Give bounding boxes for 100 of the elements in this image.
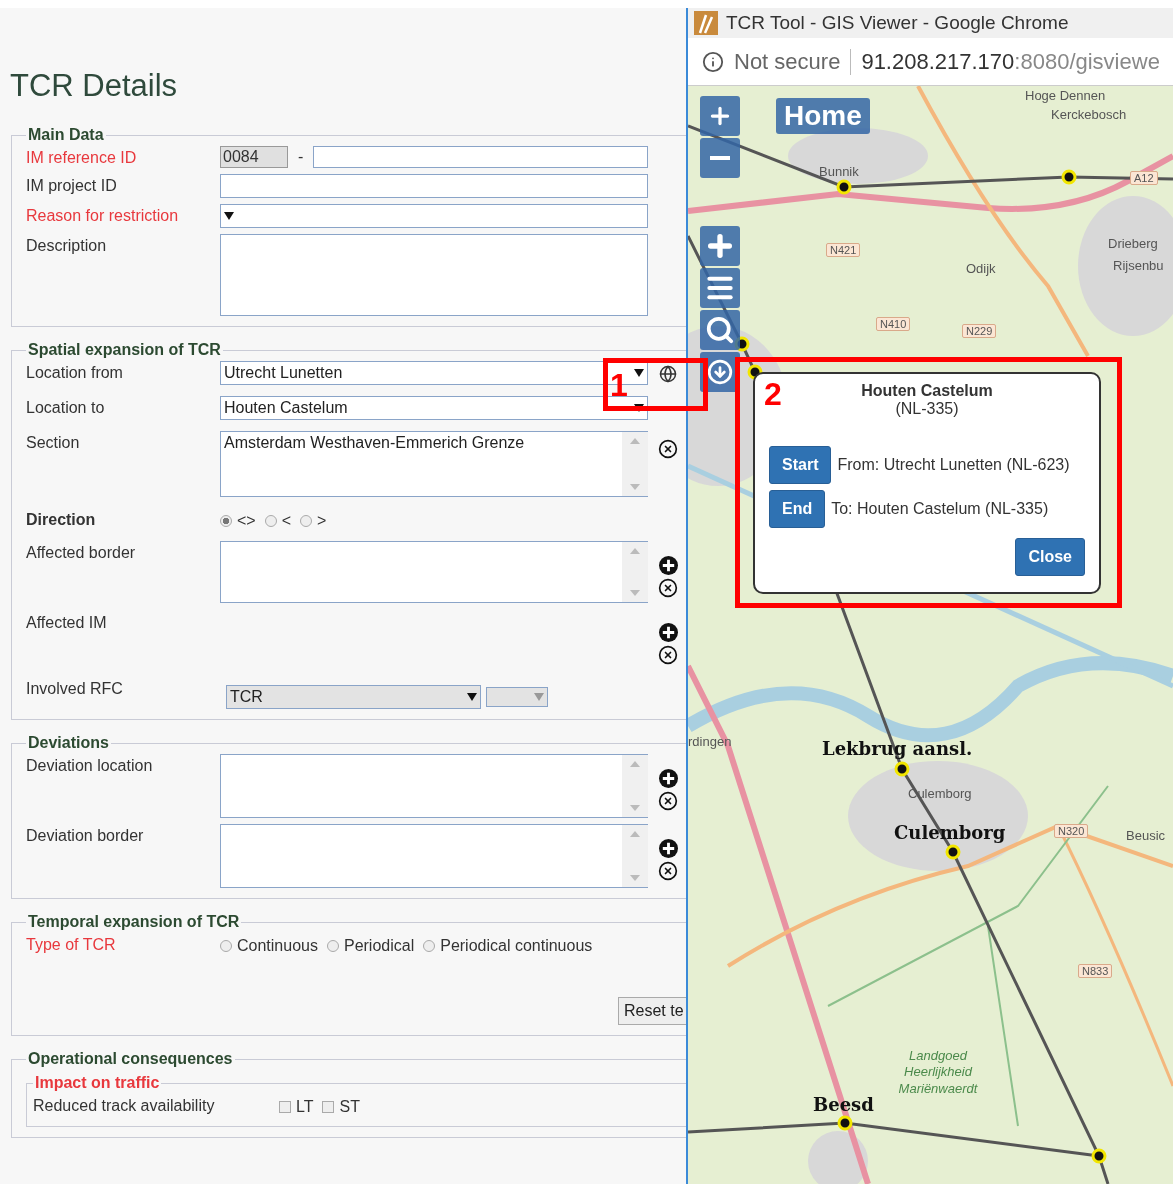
input-field[interactable] <box>220 174 648 198</box>
list-field[interactable] <box>220 541 648 603</box>
map-label: Kerckebosch <box>1051 107 1127 122</box>
map-label: N229 <box>962 324 997 338</box>
scroll-down-icon[interactable] <box>630 875 640 881</box>
field-label: Description <box>26 236 108 255</box>
map-picker-button[interactable] <box>658 364 678 384</box>
scroll-down-icon[interactable] <box>630 484 640 490</box>
reset-button[interactable]: Reset te <box>618 997 686 1025</box>
id-prefix-field[interactable]: 0084 <box>220 146 288 168</box>
map-label: N320 <box>1054 824 1089 838</box>
remove-button[interactable] <box>658 645 678 665</box>
popup-action-button[interactable]: Start <box>769 446 832 484</box>
popup-text: From: Utrecht Lunetten (NL-623) <box>837 456 1070 474</box>
add-icon <box>658 768 678 788</box>
checkbox[interactable] <box>279 1101 291 1113</box>
add-icon <box>658 555 678 575</box>
add-button[interactable] <box>658 838 678 858</box>
remove-icon <box>658 439 678 459</box>
dropdown-field[interactable]: TCR <box>226 685 481 709</box>
section-legend: Operational consequences <box>26 1050 235 1068</box>
text-area[interactable] <box>220 234 648 316</box>
scroll-down-icon[interactable] <box>630 590 640 596</box>
remove-icon <box>658 791 678 811</box>
zoom-in-button[interactable] <box>700 96 740 136</box>
scroll-up-icon[interactable] <box>630 548 640 554</box>
section-legend: Deviations <box>26 734 111 752</box>
radio-label: <> <box>237 512 256 530</box>
list-field[interactable] <box>220 754 648 818</box>
url-text: 91.208.217.170:8080/gisviewe <box>861 48 1160 75</box>
search-button[interactable] <box>700 310 740 350</box>
input-field[interactable] <box>313 146 648 168</box>
caret-icon <box>634 369 644 377</box>
field-label: Reason for restriction <box>26 206 180 225</box>
radio-button[interactable] <box>326 940 339 952</box>
section-legend: Main Data <box>26 126 106 144</box>
zoom-out-button[interactable] <box>700 138 740 178</box>
map-label: Landgoed Heerlijkheid Mariënwaerdt <box>897 1048 979 1097</box>
scroll-up-icon[interactable] <box>630 761 640 767</box>
radio-label: Periodical <box>343 937 415 955</box>
checkbox-label: LT <box>296 1098 314 1116</box>
radio-button[interactable] <box>220 940 232 952</box>
add-button[interactable] <box>658 555 678 575</box>
radio-button[interactable] <box>300 515 313 527</box>
add-button[interactable] <box>658 622 678 642</box>
dropdown-field[interactable] <box>220 204 648 228</box>
caret-icon <box>467 693 477 701</box>
map-label: Bunnik <box>819 164 859 179</box>
dropdown-field[interactable] <box>486 687 548 707</box>
checkbox[interactable] <box>322 1101 335 1113</box>
list-field[interactable]: Amsterdam Westhaven-Emmerich Grenze <box>220 431 648 497</box>
minus-icon <box>710 156 730 160</box>
remove-icon <box>658 861 678 881</box>
search-icon <box>705 315 735 345</box>
remove-button[interactable] <box>658 439 678 459</box>
add-button[interactable] <box>658 768 678 788</box>
list-field[interactable] <box>220 824 648 888</box>
field-label: Location from <box>26 363 124 382</box>
annotation-number: 2 <box>764 378 782 410</box>
field-label: Direction <box>26 510 97 529</box>
field-label: Affected IM <box>26 613 107 631</box>
menu-button[interactable] <box>700 268 740 308</box>
field-label: Deviation location <box>26 756 154 775</box>
map-label: N833 <box>1078 964 1113 978</box>
radio-button[interactable] <box>423 940 436 952</box>
map-label: Odijk <box>966 261 996 276</box>
map-label: Beusic <box>1126 828 1166 843</box>
field-label: Affected border <box>26 543 137 562</box>
scroll-up-icon[interactable] <box>630 438 640 444</box>
map-label: Beesd <box>813 1094 874 1115</box>
radio-button[interactable] <box>220 515 232 527</box>
remove-icon <box>658 645 678 665</box>
separator-text: - <box>298 148 304 166</box>
field-label: Deviation border <box>26 826 145 845</box>
popup-title: Houten Castelum <box>861 382 993 400</box>
field-label: Section <box>26 433 81 452</box>
scroll-down-icon[interactable] <box>630 805 640 811</box>
home-button[interactable]: Home <box>776 98 870 134</box>
map-label: N421 <box>826 243 861 257</box>
field-label: IM reference ID <box>26 148 138 167</box>
map-label: Drieberg <box>1108 236 1158 251</box>
remove-icon <box>658 578 678 598</box>
globe-icon <box>659 365 677 383</box>
remove-button[interactable] <box>658 791 678 811</box>
remove-button[interactable] <box>658 578 678 598</box>
popup-text: To: Houten Castelum (NL-335) <box>831 500 1049 518</box>
close-button[interactable]: Close <box>1015 538 1085 576</box>
info-icon <box>702 50 724 73</box>
add-layer-button[interactable] <box>700 226 740 266</box>
map-label: A12 <box>1130 171 1158 185</box>
security-label: Not secure <box>734 48 841 75</box>
radio-label: Continuous <box>237 937 318 955</box>
popup-action-button[interactable]: End <box>769 490 826 528</box>
radio-label: > <box>317 512 327 530</box>
app-logo-icon <box>694 11 718 35</box>
remove-button[interactable] <box>658 861 678 881</box>
field-label: Reduced track availability <box>33 1096 216 1115</box>
scroll-up-icon[interactable] <box>630 831 640 837</box>
radio-button[interactable] <box>264 515 277 527</box>
radio-label: < <box>281 512 292 530</box>
